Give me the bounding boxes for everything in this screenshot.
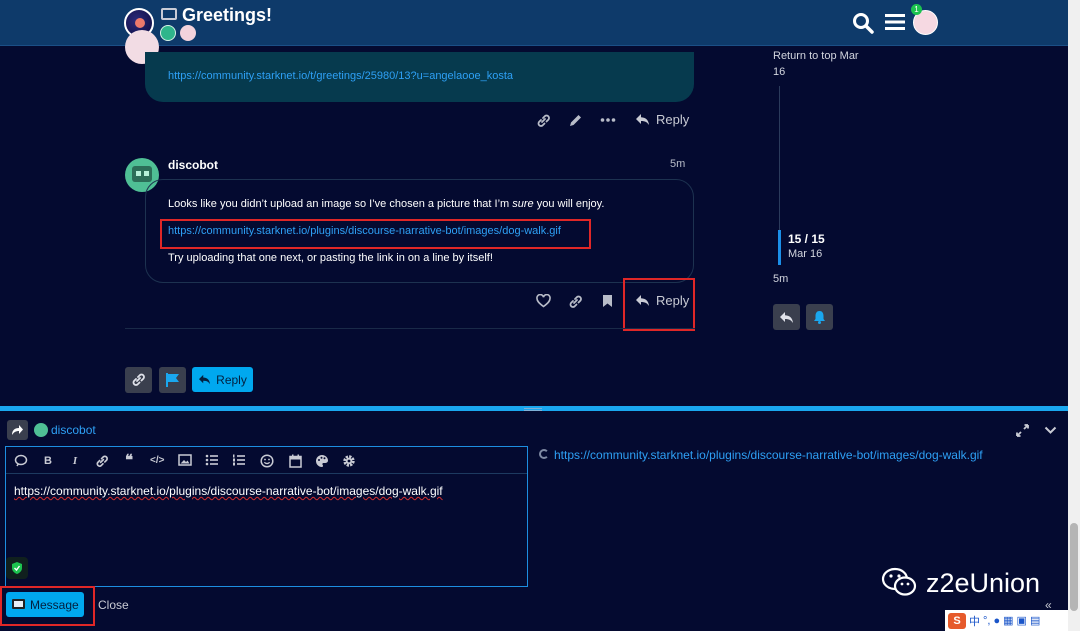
notification-level-button[interactable] [806, 304, 833, 330]
hamburger-menu-icon[interactable] [885, 13, 905, 31]
post-text: Looks like you didn’t upload an image so… [168, 198, 605, 210]
link-icon[interactable] [95, 454, 109, 468]
highlight-box [623, 278, 695, 331]
reply-icon [636, 114, 649, 125]
skin-icon[interactable]: ▣ [1017, 614, 1027, 627]
composer-action-button[interactable] [7, 420, 28, 440]
italic-icon[interactable]: I [68, 454, 82, 468]
reply-icon [780, 312, 793, 323]
keyboard-icon[interactable]: ▦ [1003, 614, 1013, 627]
bookmark-icon[interactable] [602, 294, 613, 308]
composer-resize-grip[interactable] [524, 408, 542, 411]
chevron-down-icon[interactable] [1044, 424, 1057, 438]
topic-title[interactable]: Greetings! [182, 5, 272, 26]
participant-avatar[interactable] [160, 25, 176, 41]
quote-icon[interactable] [14, 454, 28, 468]
post-author[interactable]: discobot [168, 158, 218, 172]
close-composer-button[interactable]: Close [98, 598, 129, 612]
watermark-text: z2eUnion [926, 568, 1041, 598]
bell-icon [814, 311, 825, 324]
reply-label: Reply [656, 112, 690, 127]
share-topic-button[interactable] [125, 367, 152, 393]
post-text: Try uploading that one next, or pasting … [168, 252, 493, 264]
post-link[interactable]: https://community.starknet.io/t/greeting… [168, 70, 513, 82]
search-icon[interactable] [852, 12, 874, 34]
gear-icon[interactable] [342, 454, 356, 468]
post-reply-button[interactable]: Reply [635, 112, 689, 127]
copy-link-icon[interactable] [568, 294, 583, 309]
scrollbar-thumb[interactable] [1070, 523, 1078, 611]
topic-reply-button[interactable]: Reply [192, 367, 253, 392]
recipient-name[interactable]: discobot [51, 423, 96, 437]
participant-avatar[interactable] [180, 25, 196, 41]
wechat-logo-icon [881, 566, 919, 598]
like-heart-icon[interactable] [536, 294, 551, 308]
recipient-avatar [34, 423, 48, 437]
post-time[interactable]: 5m [670, 158, 685, 170]
punctuation-icon[interactable]: °, [983, 615, 990, 627]
palette-icon[interactable] [315, 454, 329, 468]
link-icon [132, 373, 145, 386]
dog-walk-gif-link[interactable]: https://community.starknet.io/plugins/di… [168, 225, 561, 237]
timeline-date: Mar 16 [788, 248, 823, 260]
highlight-box [0, 586, 95, 626]
calendar-icon[interactable] [288, 454, 302, 468]
emoji-icon[interactable] [260, 454, 274, 468]
sogou-logo-icon: S [948, 612, 966, 629]
more-actions-icon[interactable] [600, 116, 616, 124]
envelope-icon [161, 8, 177, 20]
timeline-reply-button[interactable] [773, 304, 800, 330]
timeline-position: 15 / 15 [788, 232, 825, 246]
loading-spinner-icon [539, 449, 549, 459]
numbered-list-icon[interactable] [232, 454, 246, 468]
notification-badge: 1 [911, 4, 922, 15]
preview-link[interactable]: https://community.starknet.io/plugins/di… [554, 448, 983, 462]
image-icon[interactable] [178, 454, 192, 468]
copy-link-icon[interactable] [536, 113, 551, 128]
microphone-icon[interactable]: ● [993, 615, 1000, 627]
bold-icon[interactable]: B [41, 454, 55, 468]
timeline-handle[interactable] [778, 230, 781, 265]
fullscreen-icon[interactable] [1016, 424, 1029, 440]
reply-icon [199, 374, 211, 385]
divider [125, 328, 695, 329]
toolbox-icon[interactable]: ▤ [1030, 614, 1040, 627]
code-icon[interactable]: </> [150, 454, 164, 468]
share-arrow-icon [12, 425, 23, 435]
bullet-list-icon[interactable] [205, 454, 219, 468]
timeline-last-activity[interactable]: 5m [773, 273, 788, 285]
flag-topic-button[interactable] [159, 367, 186, 393]
site-header [0, 0, 1068, 46]
edit-pencil-icon[interactable] [568, 113, 583, 128]
flag-icon [166, 373, 179, 387]
security-shield-icon [6, 557, 28, 579]
ime-mode-label[interactable]: 中 [969, 613, 980, 629]
blockquote-icon[interactable]: ❝ [122, 453, 136, 468]
reply-label: Reply [216, 372, 247, 387]
return-to-top-link[interactable]: Return to top Mar 16 [773, 48, 873, 80]
ime-toolbar[interactable]: S 中 °, ● ▦ ▣ ▤ [945, 610, 1068, 631]
composer-input[interactable]: https://community.starknet.io/plugins/di… [14, 484, 443, 498]
